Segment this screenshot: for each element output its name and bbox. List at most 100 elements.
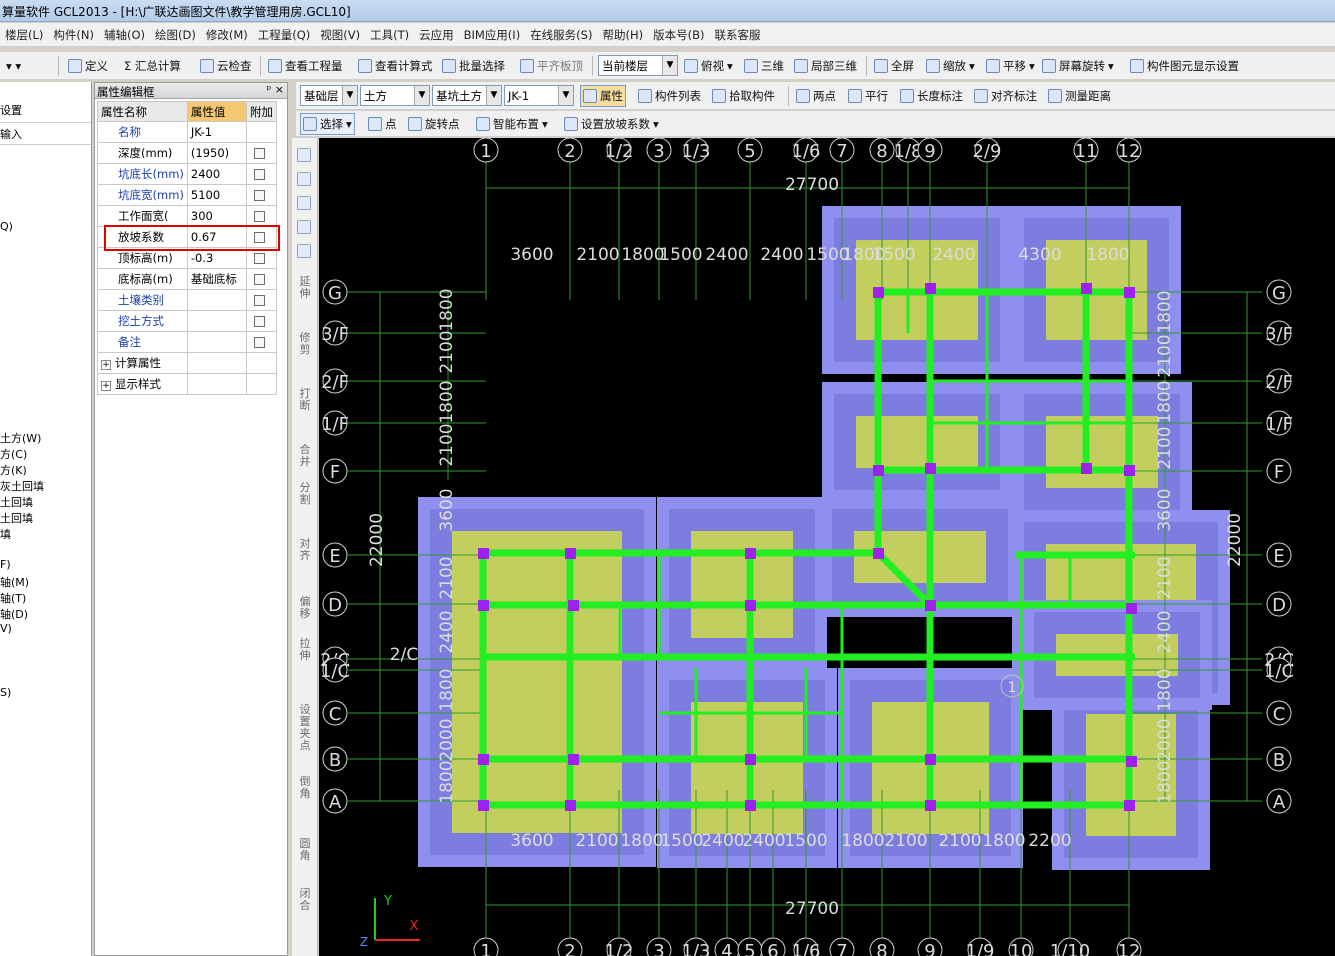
nav-item[interactable]: 方(K): [0, 462, 27, 478]
modify-tool-2[interactable]: 打断: [296, 388, 314, 412]
property-value[interactable]: [186, 331, 248, 353]
nav-item[interactable]: S): [0, 686, 11, 699]
align-dim-button[interactable]: 对齐标注: [972, 85, 1039, 107]
modify-tool-5[interactable]: 对齐: [296, 538, 314, 562]
rotate-point-button[interactable]: 旋转点: [406, 113, 462, 135]
property-value[interactable]: 300: [186, 205, 248, 227]
nav-item[interactable]: F): [0, 558, 11, 571]
property-row[interactable]: + 计算属性: [97, 352, 277, 374]
expand-icon[interactable]: +: [101, 360, 111, 370]
nav-item[interactable]: 方(C): [0, 446, 27, 462]
checkbox[interactable]: [254, 211, 265, 222]
menu-aux-axis[interactable]: 辅轴(O): [99, 23, 150, 46]
parallel-button[interactable]: 平行: [846, 85, 890, 107]
nav-item[interactable]: 轴(D): [0, 606, 28, 622]
component-select[interactable]: JK-1 ▼: [504, 85, 574, 106]
summary-calc-button[interactable]: Σ 汇总计算: [122, 55, 183, 77]
modify-tool-3[interactable]: 合并: [296, 444, 314, 468]
drawing-canvas[interactable]: 1 2 1/2 3 1/3 5 1/6 7 8 1/8 9 2/9 11 12 1 2 1/2 3 1/3 4 5 6 1/…: [319, 138, 1335, 956]
modify-tool-10[interactable]: 圆角: [296, 838, 314, 862]
length-dim-button[interactable]: 长度标注: [898, 85, 965, 107]
expand-icon[interactable]: +: [101, 381, 111, 391]
checkbox[interactable]: [254, 337, 265, 348]
menu-quantity[interactable]: 工程量(Q): [253, 23, 316, 46]
view-quantity-button[interactable]: 查看工程量: [266, 55, 345, 77]
property-value[interactable]: 2400: [186, 163, 248, 185]
nav-item[interactable]: 轴(T): [0, 590, 26, 606]
menu-tools[interactable]: 工具(T): [365, 23, 414, 46]
nav-item[interactable]: 轴(M): [0, 574, 29, 590]
menu-support[interactable]: 联系客服: [709, 23, 765, 46]
menu-cloud[interactable]: 云应用: [414, 23, 459, 46]
batch-select-button[interactable]: 批量选择: [440, 55, 507, 77]
flatten-slab-button[interactable]: 平齐板顶: [518, 55, 585, 77]
property-value[interactable]: [186, 373, 248, 395]
checkbox[interactable]: [254, 190, 265, 201]
current-floor-select[interactable]: 当前楼层 ▼: [598, 55, 678, 76]
subtype-select[interactable]: 基坑土方 ▼: [432, 85, 502, 106]
nav-item[interactable]: 土回填: [0, 494, 33, 510]
modify-tool-7[interactable]: 拉伸: [296, 638, 314, 662]
cloud-check-button[interactable]: 云检查: [198, 55, 254, 77]
nav-item[interactable]: 设置: [0, 102, 22, 118]
checkbox[interactable]: [254, 274, 265, 285]
checkbox[interactable]: [254, 295, 265, 306]
nav-item[interactable]: 灰土回填: [0, 478, 44, 494]
nav-item[interactable]: 土方(W): [0, 430, 41, 446]
modify-tool-4[interactable]: 分割: [296, 482, 314, 506]
checkbox[interactable]: [254, 316, 265, 327]
nav-item[interactable]: 土回填: [0, 510, 33, 526]
floor-plan-drawing[interactable]: 1 2 1/2 3 1/3 5 1/6 7 8 1/8 9 2/9 11 121 2 1/2 3 1/3 4 5 6 1/…: [319, 138, 1335, 956]
property-row[interactable]: 备注: [97, 331, 277, 353]
select-button[interactable]: 选择 ▾: [300, 113, 355, 135]
menu-modify[interactable]: 修改(M): [201, 23, 253, 46]
modify-tool-8[interactable]: 设置夹点: [296, 704, 314, 752]
menu-view[interactable]: 视图(V): [315, 23, 365, 46]
menu-help[interactable]: 帮助(H): [597, 23, 648, 46]
three-d-button[interactable]: 三维: [742, 55, 786, 77]
property-row[interactable]: + 显示样式: [97, 373, 277, 395]
property-row[interactable]: 工作面宽(300: [97, 205, 277, 227]
define-button[interactable]: 定义: [66, 55, 110, 77]
modify-tool-9[interactable]: 倒角: [296, 776, 314, 800]
modify-tool-11[interactable]: 闭合: [296, 888, 314, 912]
view-formula-button[interactable]: 查看计算式: [356, 55, 435, 77]
toolbar-dropdown[interactable]: ▾ ▾: [4, 55, 23, 77]
point-button[interactable]: 点: [366, 113, 399, 135]
display-setting-button[interactable]: 构件图元显示设置: [1128, 55, 1241, 77]
top-view-button[interactable]: 俯视 ▾: [682, 55, 735, 77]
nav-item[interactable]: Q): [0, 220, 13, 233]
property-value[interactable]: JK-1: [186, 121, 248, 143]
menu-version[interactable]: 版本号(B): [648, 23, 709, 46]
modify-tool-0[interactable]: 延伸: [296, 276, 314, 300]
property-row[interactable]: 坑底长(mm) 2400: [97, 163, 277, 185]
property-row[interactable]: 深度(mm) (1950): [97, 142, 277, 164]
checkbox[interactable]: [254, 148, 265, 159]
modify-tool-icon[interactable]: [297, 148, 311, 162]
nav-item[interactable]: 填: [0, 526, 11, 542]
menu-online[interactable]: 在线服务(S): [525, 23, 597, 46]
properties-button[interactable]: 属性: [580, 85, 626, 107]
nav-item[interactable]: V): [0, 622, 12, 635]
property-row[interactable]: 坑底宽(mm) 5100: [97, 184, 277, 206]
property-value[interactable]: [186, 352, 248, 374]
pan-button[interactable]: 平移 ▾: [984, 55, 1037, 77]
nav-item[interactable]: 输入: [0, 126, 22, 142]
checkbox[interactable]: [254, 253, 265, 264]
property-value[interactable]: 基础底标: [186, 268, 248, 290]
property-row[interactable]: 底标高(m) 基础底标: [97, 268, 277, 290]
smart-layout-button[interactable]: 智能布置 ▾: [474, 113, 550, 135]
modify-tool-icon[interactable]: [297, 220, 311, 234]
modify-tool-icon[interactable]: [297, 196, 311, 210]
property-value[interactable]: (1950): [186, 142, 248, 164]
modify-tool-1[interactable]: 修剪: [296, 332, 314, 356]
menu-draw[interactable]: 绘图(D): [150, 23, 201, 46]
local-3d-button[interactable]: 局部三维: [792, 55, 859, 77]
menu-bim[interactable]: BIM应用(I): [459, 23, 526, 46]
fullscreen-button[interactable]: 全屏: [872, 55, 916, 77]
pick-component-button[interactable]: 拾取构件: [710, 85, 777, 107]
menu-floor[interactable]: 楼层(L): [0, 23, 48, 46]
checkbox[interactable]: [254, 169, 265, 180]
property-value[interactable]: 5100: [186, 184, 248, 206]
property-row[interactable]: 土壤类别: [97, 289, 277, 311]
